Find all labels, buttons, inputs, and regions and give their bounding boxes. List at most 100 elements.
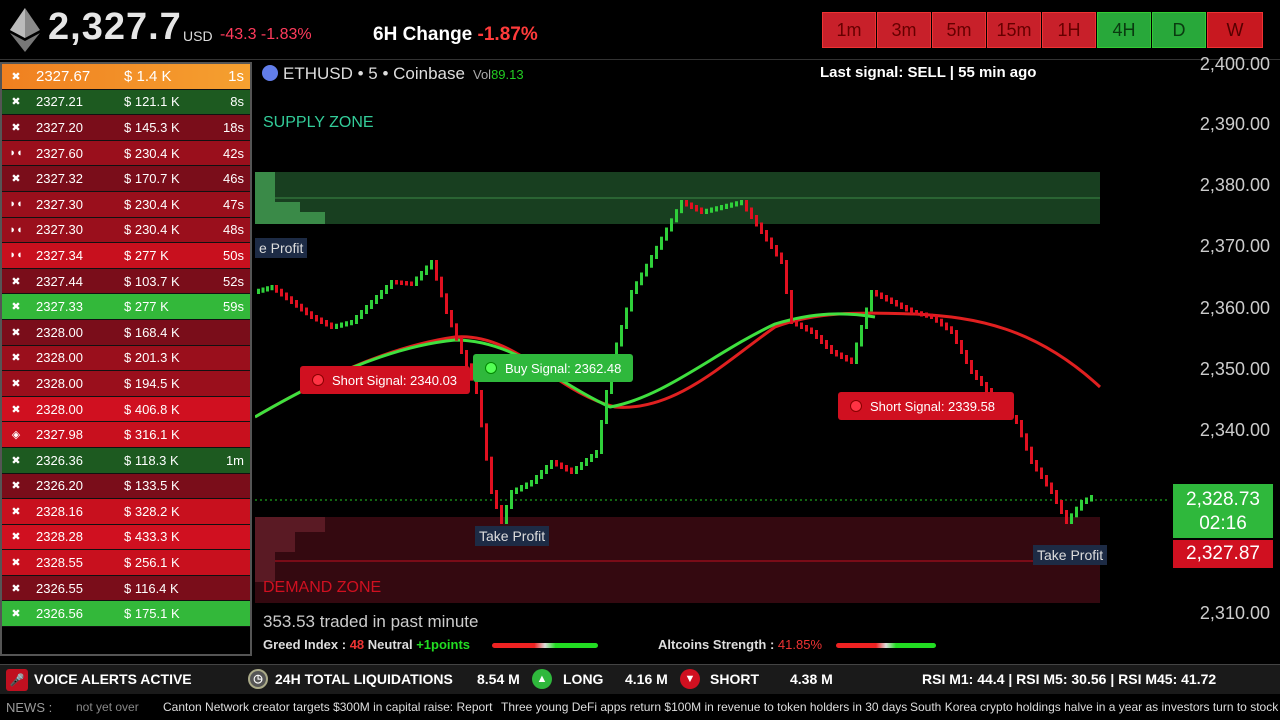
- microphone-icon: 🎤: [6, 669, 28, 691]
- candle: [720, 205, 723, 211]
- timeframe-1h-button[interactable]: 1H: [1042, 12, 1096, 48]
- price-chart[interactable]: e Profit Short Signal: 2340.03 Buy Signa…: [255, 62, 1170, 658]
- candle: [1015, 415, 1018, 424]
- trade-time: 46s: [223, 171, 244, 187]
- candle: [480, 390, 483, 428]
- candle: [785, 260, 788, 294]
- trade-row: ◗◖ 2327.30 $ 230.4 K 48s: [2, 217, 250, 244]
- trade-value: $ 116.4 K: [124, 580, 179, 596]
- candle: [510, 490, 513, 509]
- candle-countdown: 02:16: [1199, 513, 1247, 534]
- candle: [285, 292, 288, 301]
- trade-value: $ 170.7 K: [124, 171, 180, 187]
- short-signal-1[interactable]: Short Signal: 2340.03: [300, 366, 470, 394]
- candle: [390, 280, 393, 289]
- candle: [865, 307, 868, 329]
- candle: [855, 342, 858, 364]
- candle: [675, 209, 678, 223]
- trade-row: ✖ 2328.00 $ 201.3 K: [2, 345, 250, 372]
- candle: [735, 201, 738, 207]
- candle: [795, 320, 798, 327]
- trade-price: 2327.98: [36, 427, 83, 443]
- candle: [700, 207, 703, 214]
- trade-value: $ 316.1 K: [124, 427, 180, 443]
- candle: [380, 290, 383, 299]
- trade-row: ✖ 2327.67 $ 1.4 K 1s: [2, 64, 250, 90]
- candle: [545, 465, 548, 474]
- candle: [945, 322, 948, 331]
- trade-row: ✖ 2326.55 $ 116.4 K: [2, 575, 250, 602]
- candle: [440, 276, 443, 298]
- trade-row: ◈ 2327.98 $ 316.1 K: [2, 422, 250, 448]
- candle: [365, 305, 368, 314]
- axis-label: 2,400.00: [1199, 54, 1270, 74]
- candle: [965, 350, 968, 364]
- candle: [505, 505, 508, 524]
- candle: [460, 336, 463, 354]
- candle: [575, 466, 578, 474]
- trade-price: 2326.36: [36, 452, 83, 468]
- news-label: NEWS :: [6, 700, 53, 715]
- timeframe-1m-button[interactable]: 1m: [822, 12, 876, 48]
- timeframe-d-button[interactable]: D: [1152, 12, 1206, 48]
- timeframe-3m-button[interactable]: 3m: [877, 12, 931, 48]
- trade-row: ✖ 2326.56 $ 175.1 K: [2, 601, 250, 628]
- trade-value: $ 230.4 K: [124, 196, 180, 212]
- trade-value: $ 277 K: [124, 247, 169, 263]
- candle: [540, 470, 543, 479]
- trade-price: 2328.55: [36, 555, 83, 571]
- short-signal-2[interactable]: Short Signal: 2339.58: [838, 392, 1014, 420]
- candle: [845, 355, 848, 362]
- timeframe-4h-button[interactable]: 4H: [1097, 12, 1151, 48]
- news-item[interactable]: not yet over: [76, 700, 139, 714]
- candle: [420, 271, 423, 281]
- trade-row: ✖ 2328.28 $ 433.3 K: [2, 524, 250, 551]
- candle: [270, 285, 274, 291]
- voice-alerts-status: VOICE ALERTS ACTIVE: [34, 671, 192, 687]
- trade-value: $ 133.5 K: [124, 478, 180, 494]
- candle: [985, 382, 988, 392]
- trade-price: 2328.00: [36, 350, 83, 366]
- candle: [570, 467, 573, 474]
- candle: [605, 390, 608, 424]
- candle: [880, 292, 883, 299]
- candle: [955, 330, 958, 344]
- candle: [695, 205, 698, 212]
- news-item[interactable]: South Korea crypto holdings halve in a y…: [910, 700, 1280, 714]
- candle: [645, 263, 648, 277]
- trade-time: 1m: [225, 452, 244, 468]
- buy-signal-1-label: Buy Signal: 2362.48: [505, 360, 622, 376]
- trade-time: 18s: [223, 119, 244, 135]
- greed-meter: [492, 643, 598, 648]
- take-profit-label-2: Take Profit: [1033, 545, 1108, 565]
- trade-value: $ 194.5 K: [124, 375, 180, 391]
- timeframe-w-button[interactable]: W: [1207, 12, 1263, 48]
- axis-label: 2,360.00: [1199, 298, 1270, 318]
- trade-value: $ 277 K: [124, 299, 169, 315]
- candle: [1040, 467, 1043, 479]
- timeframe-15m-button[interactable]: 15m: [987, 12, 1041, 48]
- candle: [745, 200, 748, 212]
- exchange-icon: ✖: [11, 377, 21, 390]
- candle: [920, 311, 923, 317]
- candle: [495, 490, 498, 509]
- news-item[interactable]: Three young DeFi apps return $100M in re…: [501, 700, 907, 714]
- trade-value: $ 175.1 K: [124, 606, 180, 622]
- candle: [820, 335, 823, 344]
- traded-past-minute: 353.53 traded in past minute: [263, 612, 479, 631]
- candle: [890, 297, 893, 304]
- short-arrow-icon: ▼: [680, 669, 700, 689]
- timeframe-5m-button[interactable]: 5m: [932, 12, 986, 48]
- candle: [750, 207, 753, 219]
- trade-price: 2327.30: [36, 196, 83, 212]
- candle: [640, 272, 643, 286]
- candle: [580, 462, 583, 470]
- long-arrow-icon: ▲: [532, 669, 552, 689]
- trades-list: ✖ 2327.67 $ 1.4 K 1s ✖ 2327.21 $ 121.1 K 8s ✖ 232…: [0, 62, 252, 656]
- candle: [950, 326, 953, 334]
- volume-label: Vol: [472, 67, 492, 82]
- candle: [465, 350, 468, 368]
- buy-signal-1[interactable]: Buy Signal: 2362.48: [473, 354, 633, 382]
- candle: [395, 280, 398, 285]
- news-item[interactable]: Canton Network creator targets $300M in …: [163, 700, 493, 714]
